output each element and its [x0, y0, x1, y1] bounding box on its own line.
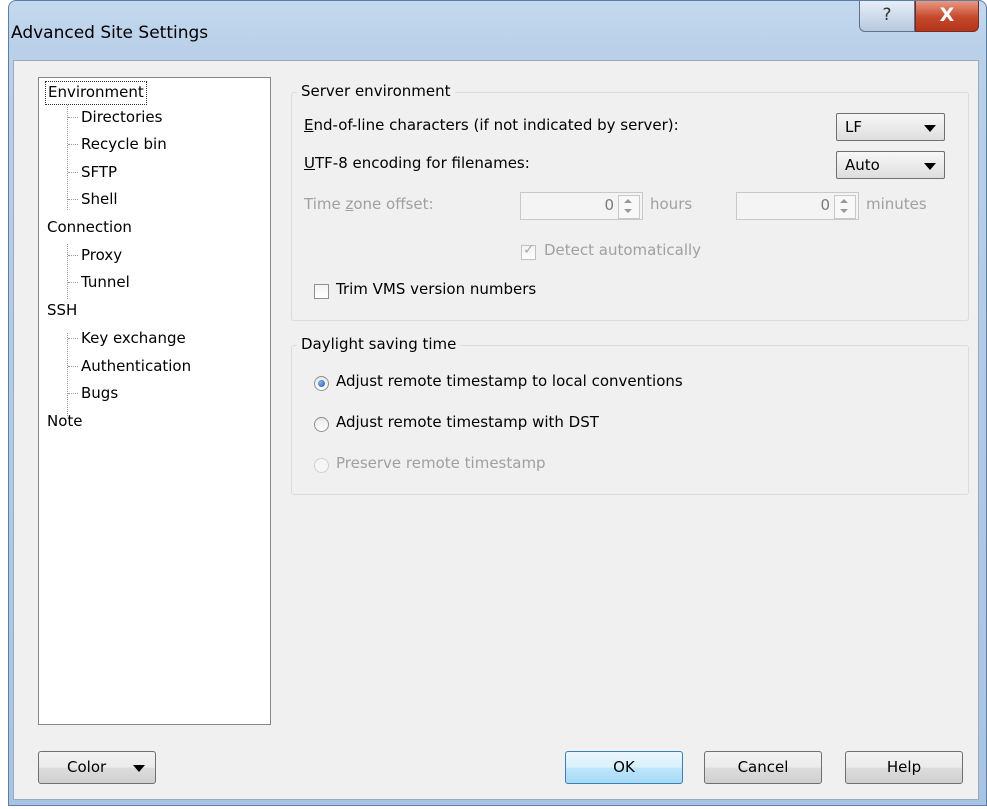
chevron-down-icon: [924, 125, 936, 132]
minutes-unit-label: minutes: [866, 195, 927, 213]
ok-button[interactable]: OK: [565, 751, 683, 784]
tree-item-shell[interactable]: Shell: [81, 188, 118, 210]
utf8-value: Auto: [845, 156, 880, 174]
tree-item-tunnel[interactable]: Tunnel: [81, 271, 130, 293]
adjust-dst-radio[interactable]: [314, 417, 329, 432]
chevron-down-icon: [924, 163, 936, 170]
preserve-timestamp-radio: [314, 458, 329, 473]
dst-title: Daylight saving time: [297, 335, 461, 353]
tree-branch: [68, 172, 78, 173]
tree-branch: [68, 338, 78, 339]
timezone-hours-value: 0: [604, 196, 614, 214]
tree-connector: [67, 244, 68, 299]
utf8-label: UTF-8 encoding for filenames:: [304, 154, 530, 172]
tree-branch: [68, 117, 78, 118]
tree-item-ssh[interactable]: SSH: [47, 299, 77, 321]
tree-branch: [68, 199, 78, 200]
hours-unit-label: hours: [650, 195, 693, 213]
preserve-timestamp-label: Preserve remote timestamp: [336, 454, 546, 472]
tree-branch: [68, 255, 78, 256]
timezone-label: Time zone offset:: [304, 195, 434, 213]
tree-item-connection[interactable]: Connection: [47, 216, 132, 238]
dialog-window: Advanced Site Settings ? X Environment D…: [8, 0, 987, 806]
eol-label: End-of-line characters (if not indicated…: [304, 116, 679, 134]
help-button[interactable]: Help: [845, 751, 963, 784]
settings-tree[interactable]: Environment Directories Recycle bin SFTP…: [38, 77, 271, 725]
utf8-dropdown[interactable]: Auto: [836, 151, 945, 179]
spin-buttons: [834, 195, 856, 219]
adjust-local-radio[interactable]: [314, 376, 329, 391]
tree-branch: [68, 366, 78, 367]
timezone-minutes-value: 0: [820, 196, 830, 214]
title-bar: Advanced Site Settings ? X: [9, 1, 986, 61]
help-icon[interactable]: ?: [859, 1, 915, 32]
tree-connector: [67, 333, 68, 416]
adjust-dst-label: Adjust remote timestamp with DST: [336, 413, 599, 431]
adjust-local-label: Adjust remote timestamp to local convent…: [336, 372, 683, 390]
trim-vms-label: Trim VMS version numbers: [336, 280, 537, 298]
detect-automatically-label: Detect automatically: [544, 241, 702, 259]
timezone-hours-spinner: 0: [520, 192, 643, 220]
tree-item-recycle-bin[interactable]: Recycle bin: [81, 133, 167, 155]
color-button[interactable]: Color: [38, 751, 156, 784]
window-title: Advanced Site Settings: [11, 23, 209, 43]
color-button-label: Color: [67, 758, 107, 776]
detect-automatically-checkbox: ✓: [521, 242, 536, 260]
tree-branch: [68, 144, 78, 145]
eol-dropdown[interactable]: LF: [836, 113, 945, 141]
close-icon[interactable]: X: [915, 1, 979, 32]
tree-item-directories[interactable]: Directories: [81, 106, 162, 128]
tree-item-authentication[interactable]: Authentication: [81, 355, 191, 377]
cancel-button[interactable]: Cancel: [704, 751, 822, 784]
eol-value: LF: [845, 118, 862, 136]
tree-branch: [68, 282, 78, 283]
tree-branch: [68, 393, 78, 394]
tree-item-proxy[interactable]: Proxy: [81, 244, 122, 266]
tree-item-key-exchange[interactable]: Key exchange: [81, 327, 186, 349]
tree-item-note[interactable]: Note: [47, 410, 83, 432]
tree-item-bugs[interactable]: Bugs: [81, 382, 118, 404]
tree-item-environment[interactable]: Environment: [45, 81, 147, 105]
spin-buttons: [618, 195, 640, 219]
dialog-client: Environment Directories Recycle bin SFTP…: [13, 60, 979, 800]
chevron-down-icon: [133, 765, 145, 772]
timezone-minutes-spinner: 0: [736, 192, 859, 220]
trim-vms-checkbox[interactable]: [314, 284, 329, 299]
tree-item-sftp[interactable]: SFTP: [81, 161, 117, 183]
server-environment-title: Server environment: [297, 82, 455, 100]
